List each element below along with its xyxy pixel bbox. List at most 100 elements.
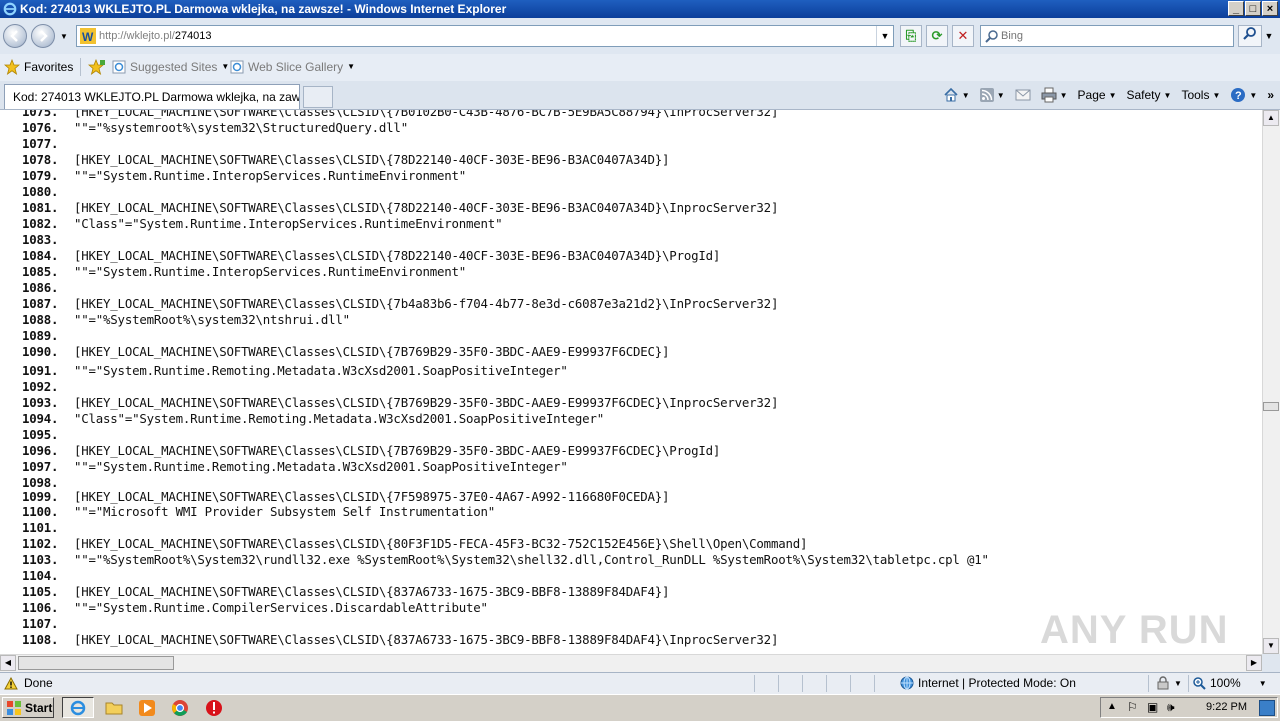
safety-menu-dropdown-icon: ▼ [1163,90,1172,100]
search-options-dropdown-icon[interactable]: ▼ [1262,25,1276,47]
title-bar: Kod: 274013 WKLEJTO.PL Darmowa wklejka, … [0,0,1280,18]
search-icon [985,30,998,43]
recent-pages-chevron-icon[interactable]: ▼ [60,32,68,41]
line-text: "Class"="System.Runtime.Remoting.Metadat… [74,411,604,426]
line-number: 1089. [22,328,59,343]
refresh-button[interactable]: ⟳ [926,25,948,47]
horizontal-scrollbar[interactable]: ◀ ▶ [0,654,1262,672]
network-icon[interactable]: ▣ [1147,700,1158,714]
scroll-right-arrow-icon[interactable]: ▶ [1246,655,1262,671]
zoom-control[interactable]: 100% ▼ [1192,676,1267,690]
status-text-area: Done [4,676,53,690]
line-number: 1086. [22,280,59,295]
line-text: [HKEY_LOCAL_MACHINE\SOFTWARE\Classes\CLS… [74,395,779,410]
code-line: 1081. [HKEY_LOCAL_MACHINE\SOFTWARE\Classe… [22,200,778,216]
line-number: 1075. [22,110,59,119]
print-button[interactable]: ▼ [1041,87,1068,103]
url-text[interactable]: http://wklejto.pl/274013 [99,26,212,46]
new-tab-button[interactable] [303,86,333,108]
line-text: [HKEY_LOCAL_MACHINE\SOFTWARE\Classes\CLS… [74,152,670,167]
line-number: 1101. [22,520,59,535]
svg-text:?: ? [1235,90,1242,102]
line-number: 1088. [22,312,59,327]
forward-arrow-icon [40,30,48,42]
tab-active[interactable]: W Kod: 274013 WKLEJTO.PL Darmowa wklejka… [4,84,300,109]
help-menu[interactable]: ? ▼ [1230,87,1257,103]
tray-expand-icon[interactable]: ▲ [1107,701,1117,712]
taskbar: Start ▲ ⚐ ▣ 🕪 9:22 PM [0,694,1280,721]
code-line: 1083. [22,232,74,248]
web-slice-gallery-link[interactable]: Web Slice Gallery ▼ [230,59,355,75]
address-dropdown-icon[interactable]: ▼ [876,26,893,46]
print-dropdown-icon: ▼ [1059,90,1068,100]
minimize-button[interactable]: _ [1228,1,1244,16]
site-favicon-icon: W [80,28,96,44]
status-divider [874,675,875,692]
horizontal-scroll-thumb[interactable] [18,656,174,670]
zoom-level: 100% [1210,676,1241,690]
maximize-button[interactable]: □ [1245,1,1261,16]
code-line: 1089. [22,328,74,344]
line-number: 1093. [22,395,59,410]
scroll-up-arrow-icon[interactable]: ▲ [1263,110,1279,126]
favorites-button[interactable]: Favorites [4,59,73,75]
vertical-scrollbar[interactable]: ▲ ▼ [1262,110,1280,654]
code-line: 1097. ""="System.Runtime.Remoting.Metadat… [22,459,568,475]
close-button[interactable]: × [1262,1,1278,16]
line-text: ""="System.Runtime.Remoting.Metadata.W3c… [74,363,568,378]
action-center-flag-icon[interactable]: ⚐ [1127,700,1138,714]
home-button[interactable]: ▼ [943,87,970,103]
back-button[interactable] [3,24,27,48]
more-commands-chevron-icon[interactable]: » [1267,88,1274,102]
search-input[interactable] [1001,27,1229,45]
tab-label: Kod: 274013 WKLEJTO.PL Darmowa wklejka, … [13,90,300,104]
volume-icon[interactable]: 🕪 [1167,700,1175,715]
line-number: 1078. [22,152,59,167]
scrollbar-corner [1262,654,1280,671]
help-dropdown-icon: ▼ [1249,90,1258,100]
read-mail-button[interactable] [1015,89,1031,101]
globe-icon [900,676,914,690]
scroll-left-arrow-icon[interactable]: ◀ [0,655,16,671]
status-divider [802,675,803,692]
protected-mode-lock[interactable]: ▼ [1156,676,1182,690]
vertical-scroll-thumb[interactable] [1263,402,1279,411]
compatibility-view-button[interactable]: ⎘ [900,25,922,47]
line-number: 1094. [22,411,59,426]
folder-icon[interactable] [104,698,124,718]
security-zone[interactable]: Internet | Protected Mode: On [900,676,1076,690]
address-bar[interactable]: W http://wklejto.pl/274013 ▼ [76,25,894,47]
favorites-bar: Favorites Suggested Sites ▼ Web Slice Ga… [0,54,1280,82]
line-text: ""="System.Runtime.CompilerServices.Disc… [74,600,488,615]
suggested-sites-link[interactable]: Suggested Sites ▼ [112,59,229,75]
stop-button[interactable]: ✕ [952,25,974,47]
start-button[interactable]: Start [2,697,54,718]
search-box[interactable] [980,25,1234,47]
tools-menu[interactable]: Tools ▼ [1181,88,1220,102]
windows-logo-icon [7,700,21,715]
search-go-button[interactable] [1238,25,1262,47]
code-line: 1077. [22,136,74,152]
suggested-sites-label: Suggested Sites [130,60,218,74]
status-divider [1188,675,1189,692]
safety-menu[interactable]: Safety ▼ [1127,88,1172,102]
line-number: 1081. [22,200,59,215]
forward-button[interactable] [31,24,55,48]
clock[interactable]: 9:22 PM [1206,701,1247,713]
line-number: 1092. [22,379,59,394]
page-menu[interactable]: Page ▼ [1078,88,1117,102]
chrome-icon[interactable] [170,698,190,718]
scroll-down-arrow-icon[interactable]: ▼ [1263,638,1279,654]
warning-app-icon[interactable] [204,698,224,718]
internet-explorer-icon [70,700,86,716]
taskbar-ie-button[interactable] [62,697,94,718]
feeds-button[interactable]: ▼ [979,88,1005,102]
code-line: 1104. [22,568,74,584]
add-to-favorites-button[interactable] [88,59,106,75]
command-bar: ▼ ▼ ▼ Page ▼ Safety ▼ Tools ▼ ? ▼ » [943,86,1274,104]
media-player-icon[interactable] [137,698,157,718]
show-desktop-button[interactable] [1259,700,1275,716]
line-number: 1085. [22,264,59,279]
code-line: 1107. [22,616,74,632]
code-line: 1086. [22,280,74,296]
